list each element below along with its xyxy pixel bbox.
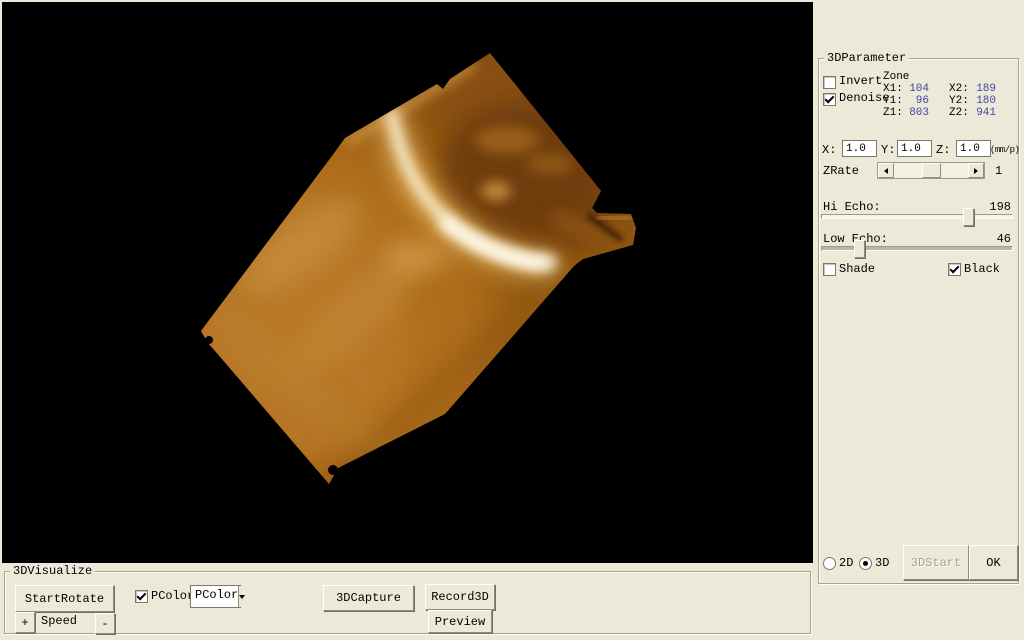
zrate-scrollbar[interactable] — [877, 162, 985, 179]
ultrasound-volume-render — [2, 2, 813, 563]
pcolor-dropdown-value: PColor — [191, 586, 238, 607]
y-scale-label: Y: — [881, 143, 895, 157]
shade-checkbox[interactable] — [823, 263, 836, 276]
capture-3d-button[interactable]: 3DCapture — [323, 585, 414, 611]
start-3d-button[interactable]: 3DStart — [903, 545, 969, 580]
speed-minus-button[interactable]: - — [95, 613, 115, 634]
pcolor-label: PColor — [151, 589, 194, 603]
black-label: Black — [964, 262, 1000, 276]
pcolor-checkbox[interactable] — [135, 590, 148, 603]
z-scale-input[interactable] — [956, 140, 991, 157]
zone-z1-value: 803 — [895, 106, 929, 120]
ok-button[interactable]: OK — [969, 545, 1018, 580]
zrate-value: 1 — [995, 164, 1002, 178]
denoise-checkbox[interactable] — [823, 93, 836, 106]
low-echo-value: 46 — [969, 232, 1011, 246]
render-viewport[interactable] — [2, 2, 813, 563]
speed-label: Speed — [41, 614, 77, 628]
mode-3d-radio[interactable] — [859, 557, 872, 570]
mode-3d-label: 3D — [875, 556, 889, 570]
visualize-group-title: 3DVisualize — [10, 564, 95, 578]
hi-echo-label: Hi Echo: — [823, 200, 881, 214]
parameter-group-title: 3DParameter — [824, 51, 909, 65]
visualize-groupbox: 3DVisualize StartRotate PColor PColor + … — [4, 571, 811, 634]
scroll-right-icon — [974, 168, 978, 174]
scroll-left-icon — [884, 168, 888, 174]
z-scale-label: Z: — [936, 143, 950, 157]
hi-echo-slider-thumb[interactable] — [963, 208, 974, 226]
invert-checkbox[interactable] — [823, 76, 836, 89]
zrate-scroll-left-button[interactable] — [878, 163, 894, 178]
low-echo-slider-thumb[interactable] — [854, 240, 865, 258]
pcolor-dropdown[interactable]: PColor — [190, 585, 241, 608]
ultrasound-3d-app: 3DParameter Invert Denoise Zone X1: 104 … — [0, 0, 1024, 640]
start-rotate-button[interactable]: StartRotate — [15, 585, 114, 612]
record-3d-button[interactable]: Record3D — [425, 584, 495, 610]
hi-echo-slider-track[interactable] — [821, 214, 1013, 219]
invert-label: Invert — [839, 74, 882, 88]
zrate-scroll-thumb[interactable] — [922, 163, 941, 178]
zone-z2-value: 941 — [962, 106, 996, 120]
mode-2d-radio[interactable] — [823, 557, 836, 570]
low-echo-slider-track[interactable] — [821, 246, 1013, 251]
black-checkbox[interactable] — [948, 263, 961, 276]
mode-2d-label: 2D — [839, 556, 853, 570]
shade-label: Shade — [839, 262, 875, 276]
pcolor-dropdown-button[interactable] — [238, 586, 245, 607]
hi-echo-value: 198 — [969, 200, 1011, 214]
preview-button[interactable]: Preview — [428, 610, 492, 633]
parameter-groupbox: 3DParameter Invert Denoise Zone X1: 104 … — [818, 58, 1019, 584]
denoise-label: Denoise — [839, 91, 889, 105]
scale-unit-label: (mm/p) — [990, 143, 1019, 157]
zrate-scroll-right-button[interactable] — [968, 163, 984, 178]
speed-plus-button[interactable]: + — [15, 612, 35, 633]
chevron-down-icon — [239, 595, 245, 599]
zrate-label: ZRate — [823, 164, 859, 178]
x-scale-input[interactable] — [842, 140, 877, 157]
y-scale-input[interactable] — [897, 140, 932, 157]
x-scale-label: X: — [822, 143, 836, 157]
